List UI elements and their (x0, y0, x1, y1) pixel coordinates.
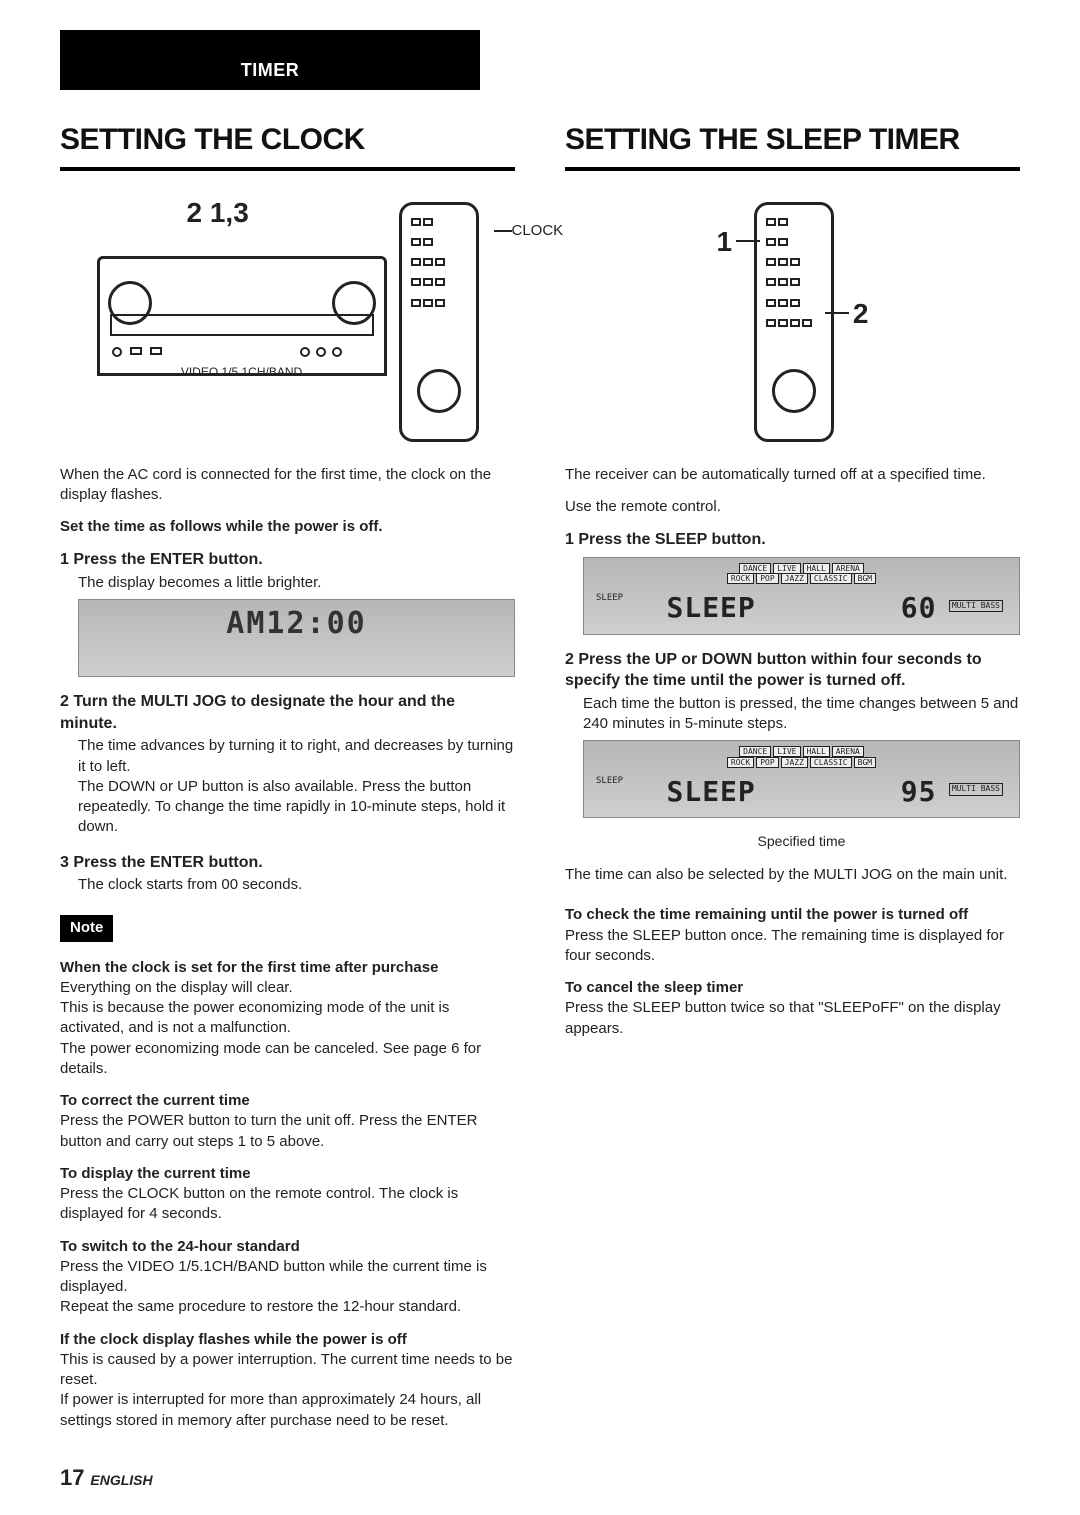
note-heading: To switch to the 24-hour standard (60, 1237, 515, 1257)
note-body: Press the SLEEP button twice so that "SL… (565, 998, 1020, 1039)
lcd-sleep-95: SLEEP DANCELIVEHALLARENAROCKPOPJAZZCLASS… (583, 740, 1020, 818)
col-sleep: SETTING THE SLEEP TIMER 1 2 The receiver… (565, 120, 1020, 1443)
note-body: This is caused by a power interruption. … (60, 1350, 515, 1431)
note-body: Press the SLEEP button once. The remaini… (565, 926, 1020, 967)
lcd-clock: AM12:00 (78, 599, 515, 677)
caption-specified-time: Specified time (583, 832, 1020, 851)
remote-illus: 1 2 (754, 202, 834, 442)
note-heading: To check the time remaining until the po… (565, 905, 1020, 925)
callout-2: 2 (825, 295, 869, 333)
sleep-intro2: Use the remote control. (565, 497, 1020, 517)
col-clock: SETTING THE CLOCK 2 1,3 VIDEO 1/5.1CH/BA… (60, 120, 515, 1443)
note-body: Press the POWER button to turn the unit … (60, 1111, 515, 1152)
lcd-sleep-60: SLEEP DANCELIVEHALLARENAROCKPOPJAZZCLASS… (583, 557, 1020, 635)
note-badge: Note (60, 915, 113, 941)
remote-illus: CLOCK (399, 202, 479, 442)
note-heading: If the clock display flashes while the p… (60, 1330, 515, 1350)
note-heading: To display the current time (60, 1164, 515, 1184)
callout-1: 1 (717, 223, 761, 261)
title-sleep: SETTING THE SLEEP TIMER (565, 120, 1020, 161)
sleep-intro1: The receiver can be automatically turned… (565, 465, 1020, 485)
diagram-callouts: 2 1,3 (187, 194, 249, 232)
section-tab: TIMER (60, 30, 480, 90)
sleep-step-2: 2 Press the UP or DOWN button within fou… (565, 649, 1020, 852)
rule (565, 167, 1020, 171)
rule (60, 167, 515, 171)
step-2: 2 Turn the MULTI JOG to designate the ho… (60, 691, 515, 837)
step-3: 3 Press the ENTER button. The clock star… (60, 852, 515, 896)
note-body: Press the CLOCK button on the remote con… (60, 1184, 515, 1225)
clock-button-label: CLOCK (494, 221, 564, 241)
intro-bold: Set the time as follows while the power … (60, 517, 515, 537)
diagram-sleep: 1 2 (565, 197, 1020, 447)
sleep-step-1: 1 Press the SLEEP button. SLEEP DANCELIV… (565, 529, 1020, 635)
diagram-clock: 2 1,3 VIDEO 1/5.1CH/BAND (60, 197, 515, 447)
receiver-illus (97, 256, 387, 376)
intro-text: When the AC cord is connected for the fi… (60, 465, 515, 506)
note-heading: To correct the current time (60, 1091, 515, 1111)
title-clock: SETTING THE CLOCK (60, 120, 515, 161)
sleep-post-text: The time can also be selected by the MUL… (565, 865, 1020, 885)
page-footer: 17 ENGLISH (60, 1463, 153, 1493)
note-heading: To cancel the sleep timer (565, 978, 1020, 998)
step-1: 1 Press the ENTER button. The display be… (60, 549, 515, 677)
note-body: Everything on the display will clear. Th… (60, 978, 515, 1079)
note-body: Press the VIDEO 1/5.1CH/BAND button whil… (60, 1257, 515, 1318)
note-heading: When the clock is set for the first time… (60, 958, 515, 978)
